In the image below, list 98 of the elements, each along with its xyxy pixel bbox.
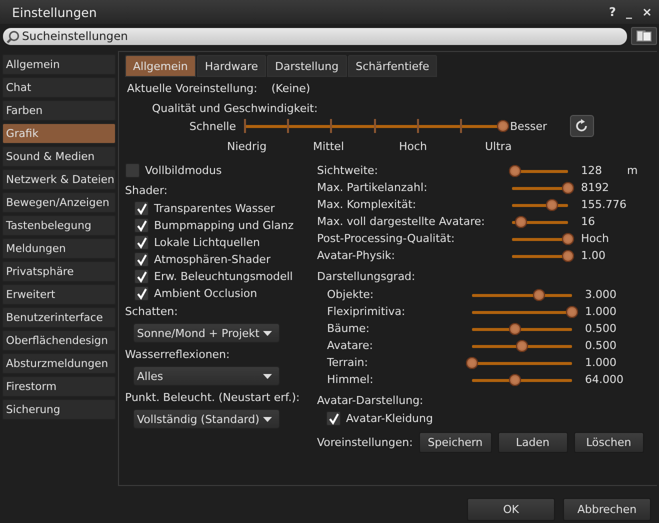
dropdown-label: Schatten:: [125, 305, 179, 320]
window-control-button[interactable]: ×: [638, 5, 655, 19]
window-control-button[interactable]: ?: [606, 5, 619, 19]
sidebar-item[interactable]: Netzwerk & Dateien: [2, 169, 116, 190]
tab[interactable]: Allgemein: [125, 55, 196, 77]
tab[interactable]: Darstellung: [267, 55, 347, 77]
pages-button[interactable]: [631, 27, 657, 45]
unit-label: m: [627, 164, 638, 177]
checkbox-label: Avatar-Kleidung: [346, 412, 433, 425]
setting-label: Avatare:: [326, 339, 374, 352]
checkbox-label: Vollbildmodus: [145, 164, 222, 177]
caret-icon: [263, 330, 272, 336]
search-field[interactable]: Sucheinstellungen: [3, 28, 627, 44]
section-label: Darstellungsgrad:: [317, 270, 416, 285]
checkbox-label: Bumpmapping und Glanz: [154, 219, 294, 232]
section-label: Avatar-Darstellung:: [317, 394, 424, 409]
tab[interactable]: Hardware: [196, 55, 266, 77]
search-icon: [6, 30, 20, 44]
tab[interactable]: Schärfentiefe: [348, 55, 438, 77]
setting-value: 3.000: [585, 288, 618, 301]
slider-high-label: Besser: [510, 120, 548, 132]
setting-value: 16: [581, 215, 596, 228]
sidebar-item[interactable]: Sound & Medien: [2, 146, 116, 167]
sidebar-item[interactable]: Allgemein: [2, 54, 116, 75]
checkbox[interactable]: [125, 163, 140, 178]
checkbox[interactable]: [326, 411, 341, 426]
quality-step-label: Mittel: [313, 140, 345, 154]
sidebar-item[interactable]: Absturzmeldungen: [2, 353, 116, 374]
sidebar-item[interactable]: Tastenbelegung: [2, 215, 116, 236]
sidebar-item[interactable]: Privatsphäre: [2, 261, 116, 282]
checkbox[interactable]: [134, 201, 149, 216]
refresh-icon: [575, 119, 589, 133]
checkbox[interactable]: [134, 286, 149, 301]
setting-label: Max. Partikelanzahl:: [317, 181, 428, 194]
dropdown[interactable]: Alles: [133, 366, 280, 386]
checkbox-label: Atmosphären-Shader: [154, 253, 270, 266]
sidebar-item[interactable]: Chat: [2, 77, 116, 98]
setting-label: Objekte:: [326, 288, 375, 301]
checkbox-label: Lokale Lichtquellen: [154, 236, 260, 249]
setting-value: 0.500: [585, 322, 618, 335]
setting-label: Terrain:: [326, 356, 369, 369]
sidebar-item[interactable]: Erweitert: [2, 284, 116, 305]
window-control-button[interactable]: _: [622, 5, 635, 19]
reset-button[interactable]: [570, 115, 594, 137]
checkbox[interactable]: [134, 218, 149, 233]
setting-label: Max. Komplexität:: [317, 198, 418, 211]
setting-value: 1.000: [585, 356, 618, 369]
setting-label: Max. voll dargestellte Avatare:: [317, 215, 486, 228]
dropdown-label: Punkt. Beleucht. (Neustart erf.):: [125, 391, 301, 406]
checkbox-label: Transparentes Wasser: [154, 202, 275, 215]
preset-button[interactable]: Laden: [498, 432, 568, 453]
setting-label: Himmel:: [326, 373, 374, 386]
setting-value: 0.500: [585, 339, 618, 352]
dropdown[interactable]: Sonne/Mond + Projekt: [133, 323, 280, 343]
quality-step-label: Ultra: [485, 140, 513, 154]
sidebar-item[interactable]: Benutzerinterface: [2, 307, 116, 328]
sidebar-item[interactable]: Grafik: [2, 123, 116, 144]
preset-button[interactable]: Löschen: [574, 432, 644, 453]
presets-label: Voreinstellungen:: [317, 436, 413, 449]
quality-step-label: Hoch: [399, 140, 428, 154]
pages-icon: [636, 30, 652, 42]
checkbox[interactable]: [134, 235, 149, 250]
checkbox[interactable]: [134, 252, 149, 267]
setting-value: 8192: [581, 181, 610, 194]
caret-icon: [263, 374, 272, 378]
checkbox-label: Erw. Beleuchtungsmodell: [154, 270, 293, 283]
quality-step-label: Niedrig: [227, 140, 268, 154]
sidebar-item[interactable]: Meldungen: [2, 238, 116, 259]
setting-value: 64.000: [585, 373, 624, 386]
quality-label: Qualität und Geschwindigkeit:: [152, 102, 319, 116]
dropdown-label: Wasserreflexionen:: [125, 348, 231, 363]
preset-value: (Keine): [271, 82, 310, 97]
setting-label: Avatar-Physik:: [317, 249, 396, 262]
dialog-button[interactable]: Abbrechen: [563, 498, 651, 521]
checkbox[interactable]: [134, 269, 149, 284]
window-title: Einstellungen: [12, 4, 97, 20]
sidebar-item[interactable]: Farben: [2, 100, 116, 121]
setting-value: Hoch: [581, 232, 610, 245]
setting-value: 1.00: [581, 249, 606, 262]
preset-label: Aktuelle Voreinstellung:: [127, 82, 258, 97]
setting-label: Sichtweite:: [317, 164, 379, 177]
dropdown[interactable]: Vollständig (Standard): [133, 409, 280, 429]
sidebar-item[interactable]: Sicherung: [2, 399, 116, 420]
setting-value: 128: [581, 164, 603, 177]
dialog-button[interactable]: OK: [467, 498, 555, 521]
setting-label: Bäume:: [326, 322, 370, 335]
setting-label: Post-Processing-Qualität:: [317, 232, 456, 245]
slider-low-label: Schnelle: [188, 120, 237, 132]
setting-label: Flexiprimitiva:: [326, 305, 406, 318]
setting-value: 155.776: [581, 198, 625, 211]
sidebar-item[interactable]: Bewegen/Anzeigen: [2, 192, 116, 213]
section-label: Shader:: [125, 184, 168, 199]
caret-icon: [263, 416, 272, 422]
sidebar-item[interactable]: Firestorm: [2, 376, 116, 397]
preset-button[interactable]: Speichern: [418, 432, 492, 453]
checkbox-label: Ambient Occlusion: [154, 287, 258, 300]
setting-value: 1.000: [585, 305, 618, 318]
sidebar-item[interactable]: Oberflächendesign: [2, 330, 116, 351]
